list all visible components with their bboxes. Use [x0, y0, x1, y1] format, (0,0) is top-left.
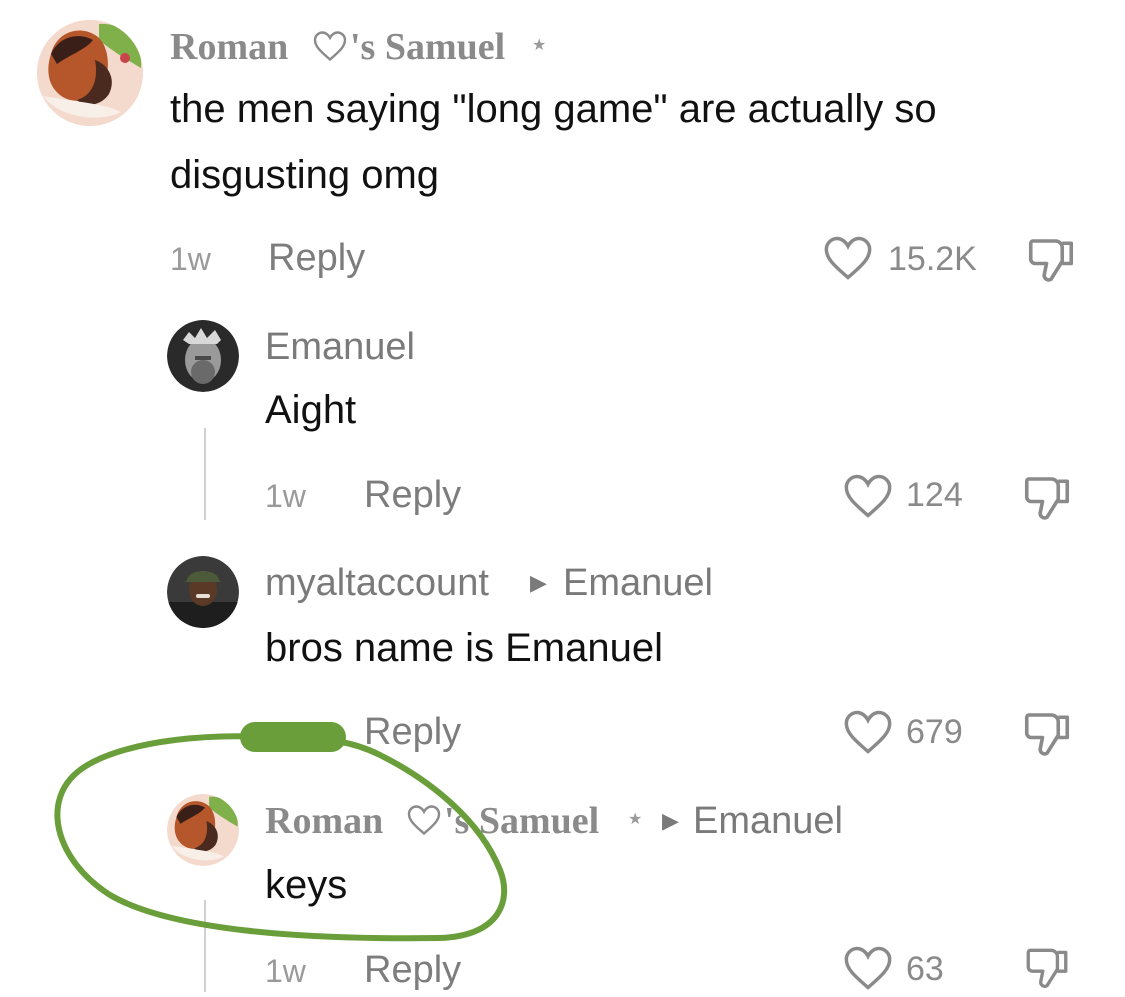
green-circle-annotation [54, 722, 508, 942]
